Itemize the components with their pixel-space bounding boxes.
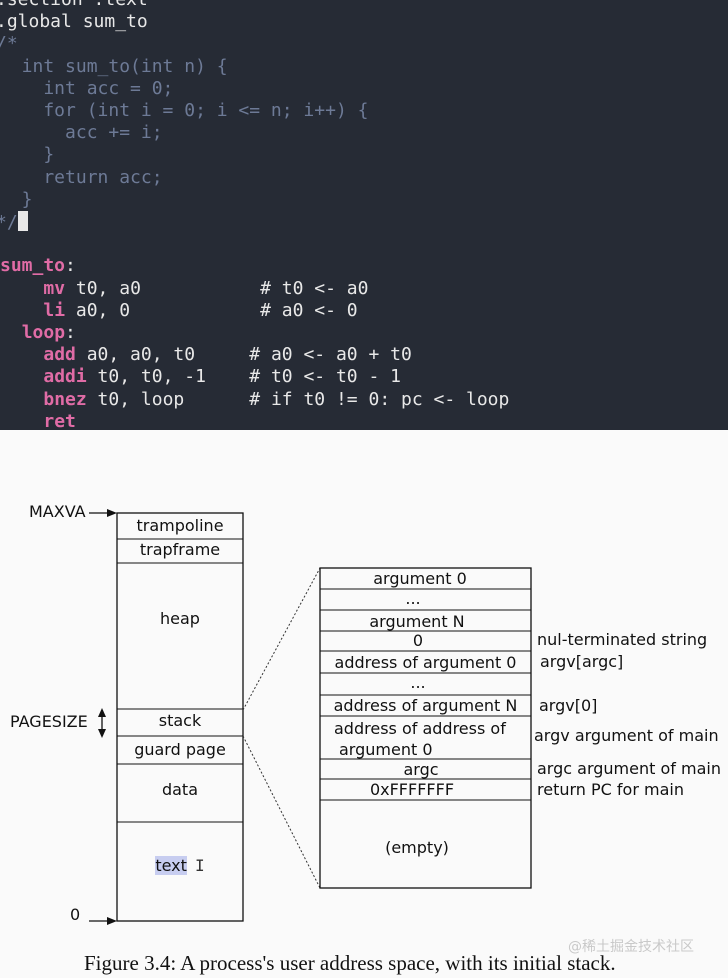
- code-text: t0, loop # if t0 != 0: pc <- loop: [86, 388, 510, 410]
- code-line: addi t0, t0, -1 # t0 <- t0 - 1: [0, 366, 401, 388]
- code-keyword: li: [43, 299, 66, 321]
- argument-n-cell: argument N: [369, 612, 465, 631]
- code-comment: }: [0, 144, 55, 166]
- code-line: .section .text: [0, 0, 148, 11]
- data-cell: data: [161, 780, 199, 799]
- guard-page-cell: guard page: [134, 740, 226, 759]
- code-line: .global sum_to: [0, 11, 148, 33]
- argv-argc-annotation: argv[argc]: [540, 652, 624, 671]
- argv-0-annotation: argv[0]: [539, 696, 598, 715]
- code-keyword: bnez: [43, 388, 87, 410]
- code-keyword: addi: [43, 366, 87, 388]
- code-comment: int acc = 0;: [0, 77, 174, 99]
- text-cursor: [17, 211, 28, 231]
- code-keyword: loop: [21, 322, 66, 343]
- code-keyword: sum_to: [0, 255, 66, 277]
- code-line: bnez t0, loop # if t0 != 0: pc <- loop: [0, 389, 509, 411]
- code-text: a0, a0, t0 # a0 <- a0 + t0: [75, 344, 412, 366]
- code-comment: }: [0, 188, 33, 210]
- return-pc-annotation: return PC for main: [537, 780, 684, 799]
- code-line: acc += i;: [0, 122, 163, 144]
- zero-arrowhead: [107, 917, 117, 925]
- code-line: */: [0, 211, 28, 233]
- zero-cell: 0: [412, 631, 424, 650]
- addr-addr-line1: address of address of: [334, 719, 506, 738]
- text-cell: text I: [117, 856, 243, 875]
- code-text: t0, t0, -1 # t0 <- t0 - 1: [86, 366, 401, 388]
- trapframe-cell: trapframe: [139, 540, 221, 559]
- empty-cell: (empty): [385, 838, 449, 857]
- address-space-diagram: MAXVA PAGESIZE 0 trampoline trapframe he…: [0, 430, 728, 978]
- maxva-arrowhead: [107, 509, 117, 517]
- pagesize-arrowhead-down: [98, 729, 106, 738]
- code-comment: acc += i;: [0, 122, 163, 144]
- code-line: mv t0, a0 # t0 <- a0: [0, 278, 368, 300]
- code-line: add a0, a0, t0 # a0 <- a0 + t0: [0, 344, 412, 366]
- stack-cell: stack: [158, 711, 202, 730]
- code-line: return acc;: [0, 166, 163, 189]
- zoom-line-bottom: [242, 735, 321, 889]
- trampoline-cell: trampoline: [136, 516, 224, 535]
- maxva-label: MAXVA: [29, 502, 86, 521]
- code-text: .global sum_to: [0, 11, 148, 33]
- code-line: }: [0, 189, 33, 211]
- code-text: :: [65, 255, 76, 277]
- code-comment: for (int i = 0; i <= n; i++) {: [0, 100, 369, 121]
- figure-caption: Figure 3.4: A process's user address spa…: [84, 951, 616, 975]
- code-keyword: ret: [43, 410, 76, 430]
- code-text: a0, 0 # a0 <- 0: [65, 299, 358, 321]
- code-keyword: mv: [43, 277, 66, 299]
- code-line: loop:: [0, 322, 76, 344]
- argc-annotation: argc argument of main: [537, 759, 721, 778]
- code-editor[interactable]: .section .text.global sum_to/* int sum_t…: [0, 0, 728, 430]
- code-line: sum_to:: [0, 255, 76, 277]
- return-pc-cell: 0xFFFFFFF: [369, 780, 455, 799]
- code-line: ret: [0, 411, 76, 430]
- dots-cell: ...: [410, 673, 426, 692]
- code-comment: return acc;: [0, 166, 163, 188]
- code-text: t0, a0 # t0 <- a0: [65, 277, 369, 299]
- pagesize-arrowhead-up: [98, 708, 106, 717]
- code-comment: /*: [0, 33, 18, 55]
- heap-cell: heap: [160, 609, 200, 628]
- code-line: for (int i = 0; i <= n; i++) {: [0, 100, 368, 122]
- text-cursor-icon: I: [195, 856, 205, 875]
- zoom-line-top: [242, 567, 321, 711]
- addr-arg-n-cell: address of argument N: [333, 696, 518, 715]
- addr-addr-line2: argument 0: [339, 740, 433, 759]
- text-cell-label: text: [155, 856, 187, 875]
- code-line: /*: [0, 33, 18, 55]
- argument-0-cell: argument 0: [373, 569, 467, 588]
- pagesize-label: PAGESIZE: [10, 712, 88, 731]
- code-line: int sum_to(int n) {: [0, 56, 228, 78]
- code-text: :: [65, 322, 76, 343]
- addr-arg-0-cell: address of argument 0: [334, 653, 517, 672]
- argc-cell: argc: [403, 760, 439, 779]
- code-line: }: [0, 144, 54, 166]
- code-comment: int sum_to(int n) {: [0, 55, 228, 77]
- code-keyword: add: [43, 344, 76, 366]
- dots-cell: ...: [405, 589, 421, 608]
- zero-label: 0: [70, 905, 81, 924]
- argv-arg-annotation: argv argument of main: [534, 726, 719, 745]
- nul-annotation: nul-terminated string: [537, 630, 708, 649]
- code-text: .section .text: [0, 0, 148, 10]
- code-comment: */: [0, 212, 18, 233]
- code-line: li a0, 0 # a0 <- 0: [0, 299, 358, 322]
- code-line: int acc = 0;: [0, 78, 173, 100]
